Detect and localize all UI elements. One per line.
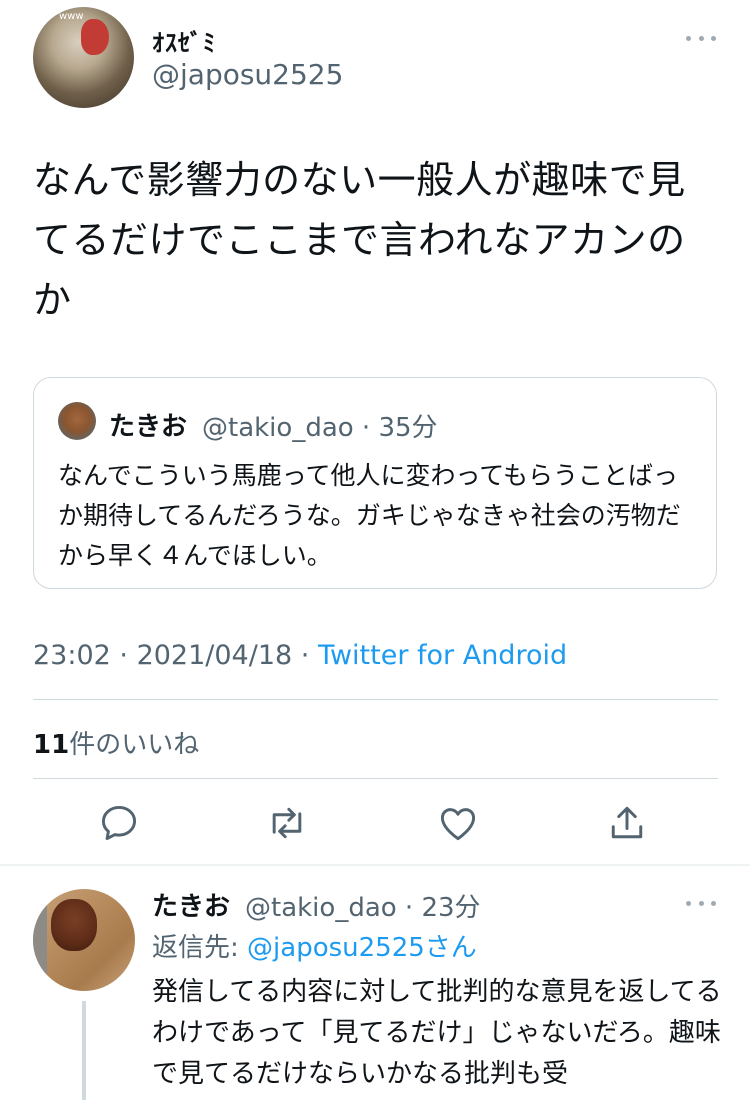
author-avatar[interactable]: www — [33, 7, 134, 108]
author-display-name[interactable]: ｵｽｾﾞﾐ — [152, 23, 216, 58]
quoted-author-avatar — [58, 402, 96, 440]
reply-button[interactable] — [97, 801, 141, 845]
avatar-watermark: www — [59, 11, 84, 22]
avatar-red-patch — [81, 19, 109, 55]
like-button[interactable] — [436, 801, 480, 845]
replying-to-handle[interactable]: @japosu2525さん — [247, 933, 477, 963]
thread-line — [82, 1001, 86, 1100]
share-button[interactable] — [605, 801, 649, 845]
quoted-author-handle: @takio_dao — [202, 413, 354, 443]
reply-author-name[interactable]: たきお — [152, 886, 230, 923]
quoted-time: 35分 — [378, 413, 438, 443]
share-icon — [611, 806, 643, 839]
replying-to-label: 返信先: — [152, 933, 239, 963]
reply-text: 発信してる内容に対して批判的な意見を返してるわけであって「見てるだけ」じゃないだ… — [152, 977, 722, 1089]
heart-icon — [440, 808, 476, 841]
likes-label: 件のいいね — [69, 730, 200, 760]
divider — [33, 699, 718, 700]
more-options-icon[interactable] — [686, 32, 716, 44]
quoted-tweet[interactable]: たきお @takio_dao · 35分 なんでこういう馬鹿って他人に変わっても… — [33, 377, 717, 589]
tweet-text: なんで影響力のない一般人が趣味で見てるだけでここまで言われなアカンのか — [33, 158, 686, 322]
divider — [33, 778, 718, 779]
likes-count[interactable]: 11件のいいね — [33, 724, 199, 761]
tweet-meta: 23:02 · 2021/04/18 · Twitter for Android — [33, 640, 568, 671]
avatar-dog — [51, 899, 97, 951]
retweet-icon — [272, 807, 302, 839]
reply-author-handle[interactable]: @takio_dao — [245, 893, 397, 923]
meta-separator: · — [353, 413, 379, 443]
reply-author-meta: @takio_dao · 23分 — [245, 893, 481, 923]
quoted-tweet-text: なんでこういう馬鹿って他人に変わってもらうことばっか期待してるんだろうな。ガキじ… — [58, 461, 681, 570]
retweet-button[interactable] — [265, 801, 309, 845]
replying-to: 返信先: @japosu2525さん — [152, 927, 477, 964]
tweet-source[interactable]: Twitter for Android — [318, 640, 567, 671]
author-handle[interactable]: @japosu2525 — [152, 58, 343, 91]
reply-author-avatar[interactable] — [33, 889, 135, 991]
avatar-background — [33, 889, 47, 991]
reply-time[interactable]: 23分 — [421, 893, 480, 923]
tweet-date[interactable]: 2021/04/18 — [137, 640, 293, 671]
tweet-time[interactable]: 23:02 — [33, 640, 111, 671]
quoted-author-meta: @takio_dao · 35分 — [202, 407, 438, 444]
likes-number: 11 — [33, 730, 70, 760]
section-divider — [0, 864, 750, 866]
quoted-author-name: たきお — [109, 412, 188, 442]
reply-icon — [101, 805, 137, 841]
reply-more-options-icon[interactable] — [686, 897, 716, 909]
